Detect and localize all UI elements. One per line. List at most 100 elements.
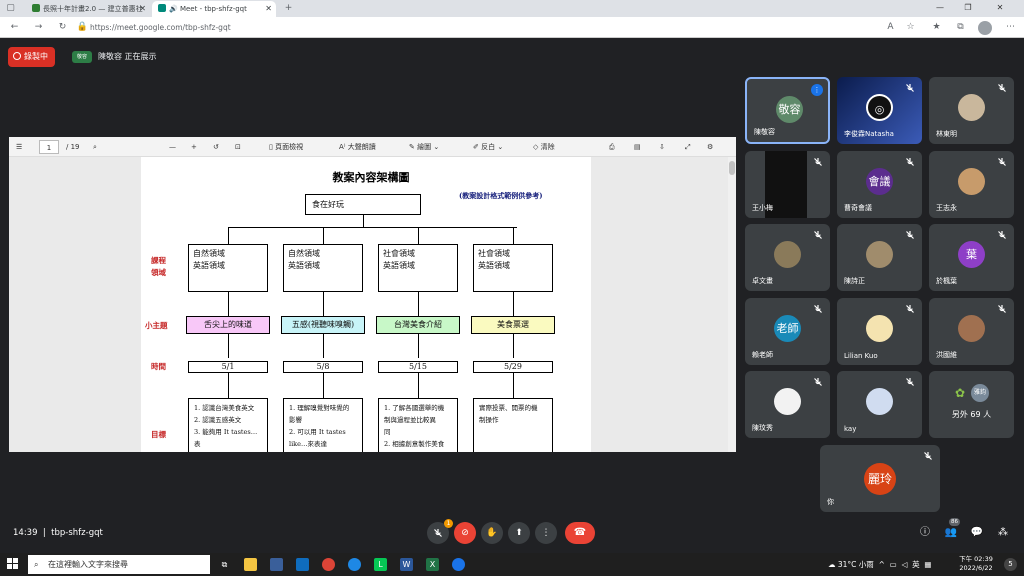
close-window-icon[interactable]: ✕	[990, 2, 1010, 14]
participant-tile[interactable]: 陳玟秀	[745, 371, 830, 438]
info-icon[interactable]: ⓘ	[918, 526, 932, 540]
mic-warning-badge: 1	[444, 519, 453, 528]
recording-badge[interactable]: 錄製中	[8, 47, 55, 67]
zoom-out-icon[interactable]: —	[169, 140, 176, 154]
read-aloud-button[interactable]: A⁾ 大聲朗讀	[339, 140, 376, 154]
connector-line	[323, 373, 324, 398]
camera-button[interactable]: ⊘	[454, 522, 476, 544]
settings-icon[interactable]: ⚙	[707, 140, 713, 154]
present-button[interactable]: ⬆	[508, 522, 530, 544]
people-icon[interactable]: 👥 86	[944, 518, 960, 540]
hangup-icon: ☎	[573, 527, 587, 538]
tray-chevron-icon[interactable]: ^	[879, 560, 885, 569]
participant-name: 於楓葉	[936, 277, 957, 285]
task-view-icon[interactable]: ⧉	[218, 558, 231, 571]
url-field[interactable]: https://meet.google.com/tbp-shfz-gqt	[90, 20, 790, 35]
zoom-in-icon[interactable]: +	[191, 140, 197, 154]
store-icon[interactable]	[296, 558, 309, 571]
favorite-star-icon[interactable]: ☆	[904, 21, 917, 34]
save-icon[interactable]: ▤	[634, 140, 641, 154]
connector-line	[228, 373, 229, 398]
line-icon[interactable]: L	[374, 558, 387, 571]
reload-icon[interactable]: ↻	[56, 21, 69, 34]
draw-button[interactable]: ✎ 繪圖 ⌄	[409, 140, 439, 154]
collections-icon[interactable]: ⧉	[954, 21, 967, 34]
participant-name: kay	[844, 425, 857, 433]
more-menu-icon[interactable]: ⋯	[1004, 21, 1017, 34]
weather-text[interactable]: 31°C 小雨	[838, 560, 874, 569]
fit-page-icon[interactable]: ⊡	[235, 140, 241, 154]
chat-icon[interactable]: 💬	[970, 526, 984, 540]
search-icon[interactable]: ⌕	[93, 140, 97, 154]
more-options-button[interactable]: ⋮	[535, 522, 557, 544]
excel-icon[interactable]: X	[426, 558, 439, 571]
participant-tile[interactable]: ◎ 李俊霖Natasha	[837, 77, 922, 144]
participant-tile[interactable]: 老師 賴老師	[745, 298, 830, 365]
close-tab-icon[interactable]: ✕	[139, 1, 146, 17]
app-icon[interactable]	[270, 558, 283, 571]
pdf-scrollbar[interactable]	[728, 157, 736, 452]
rotate-icon[interactable]: ↺	[213, 140, 219, 154]
windows-start-icon[interactable]	[7, 558, 19, 570]
browser-tab-1[interactable]: 長照十年計畫2.0 — 建立普惠社 ✕	[26, 1, 150, 17]
hand-icon: ✋	[486, 528, 498, 538]
save-as-icon[interactable]: ⇩	[659, 140, 665, 154]
profile-avatar[interactable]	[978, 21, 992, 35]
mic-button[interactable]: 1	[427, 519, 453, 544]
new-tab-icon[interactable]: +	[282, 2, 295, 15]
browser-tab-2[interactable]: 🔊 Meet - tbp-shfz-gqt ✕	[152, 1, 276, 17]
goal-box: 1. 認識台灣美食英文 2. 認識五感英文 3. 能夠用 It tastes…表…	[188, 398, 268, 452]
back-icon[interactable]: ←	[8, 21, 21, 34]
participant-tile[interactable]: 王志永	[929, 151, 1014, 218]
network-icon[interactable]: ▭	[890, 560, 897, 569]
taskbar-search-input[interactable]: ⌕ 在這裡輸入文字來搜尋	[28, 555, 210, 574]
favorites-icon[interactable]: ★	[930, 21, 943, 34]
word-icon[interactable]: W	[400, 558, 413, 571]
participant-tile[interactable]: 卓文畫	[745, 224, 830, 291]
mic-off-icon	[906, 305, 914, 313]
participant-tile[interactable]: 陳詩正	[837, 224, 922, 291]
fullscreen-icon[interactable]: ⤢	[685, 140, 691, 154]
read-aloud-icon[interactable]: A	[884, 21, 897, 34]
notifications-icon[interactable]: 5	[1004, 558, 1017, 571]
mic-off-icon	[814, 378, 822, 386]
ime-indicator[interactable]: 英	[912, 560, 920, 569]
activities-icon[interactable]: ⁂	[996, 526, 1010, 540]
participant-tile[interactable]: 葉於楓葉	[929, 224, 1014, 291]
volume-icon[interactable]: ◁	[902, 560, 908, 569]
participant-tile[interactable]: 敬容 ⋮ 陳敬容	[745, 77, 830, 144]
erase-button[interactable]: ◇ 清除	[533, 140, 555, 154]
participant-tile[interactable]: 洪國維	[929, 298, 1014, 365]
edge-active-icon[interactable]	[452, 558, 465, 571]
self-tile[interactable]: 麗玲 你	[820, 445, 940, 512]
tab-actions-icon[interactable]: ▢	[4, 2, 17, 15]
taskbar-clock[interactable]: 下午 02:39 2022/6/22	[956, 555, 996, 573]
lock-icon[interactable]: 🔒	[76, 21, 89, 34]
participant-name: 李俊霖Natasha	[844, 130, 894, 138]
participant-tile[interactable]: 會議 曹奇會議	[837, 151, 922, 218]
page-view-button[interactable]: ▯ 頁面檢視	[269, 140, 303, 154]
edge-icon[interactable]	[348, 558, 361, 571]
minimize-icon[interactable]: —	[930, 2, 950, 14]
file-explorer-icon[interactable]	[244, 558, 257, 571]
forward-icon[interactable]: →	[32, 21, 45, 34]
participant-tile[interactable]: kay	[837, 371, 922, 438]
keyboard-icon[interactable]: ▦	[924, 560, 931, 569]
print-icon[interactable]: ⎙	[609, 140, 615, 154]
raise-hand-button[interactable]: ✋	[481, 522, 503, 544]
presenting-text: 陳敬容 正在展示	[98, 52, 157, 61]
chrome-icon[interactable]	[322, 558, 335, 571]
close-tab-icon[interactable]: ✕	[265, 1, 272, 17]
contents-icon[interactable]: ☰	[16, 140, 22, 154]
connector-line	[513, 373, 514, 398]
maximize-icon[interactable]: ❐	[958, 2, 978, 14]
leave-call-button[interactable]: ☎	[565, 522, 595, 544]
participant-tile[interactable]: 雅鈞 ✿ 另外 69 人	[929, 371, 1014, 438]
pdf-scrollbar-thumb[interactable]	[729, 161, 735, 175]
participant-tile[interactable]: 王小梅	[745, 151, 830, 218]
participant-tile[interactable]: 林東明	[929, 77, 1014, 144]
page-number-input[interactable]: 1	[39, 140, 59, 154]
participant-tile[interactable]: Lilian Kuo	[837, 298, 922, 365]
presentation-area[interactable]: ☰ 1 / 19 ⌕ — + ↺ ⊡ ▯ 頁面檢視 A⁾ 大聲朗讀 ✎ 繪圖 ⌄…	[9, 137, 736, 452]
highlight-button[interactable]: ✐ 反白 ⌄	[473, 140, 503, 154]
